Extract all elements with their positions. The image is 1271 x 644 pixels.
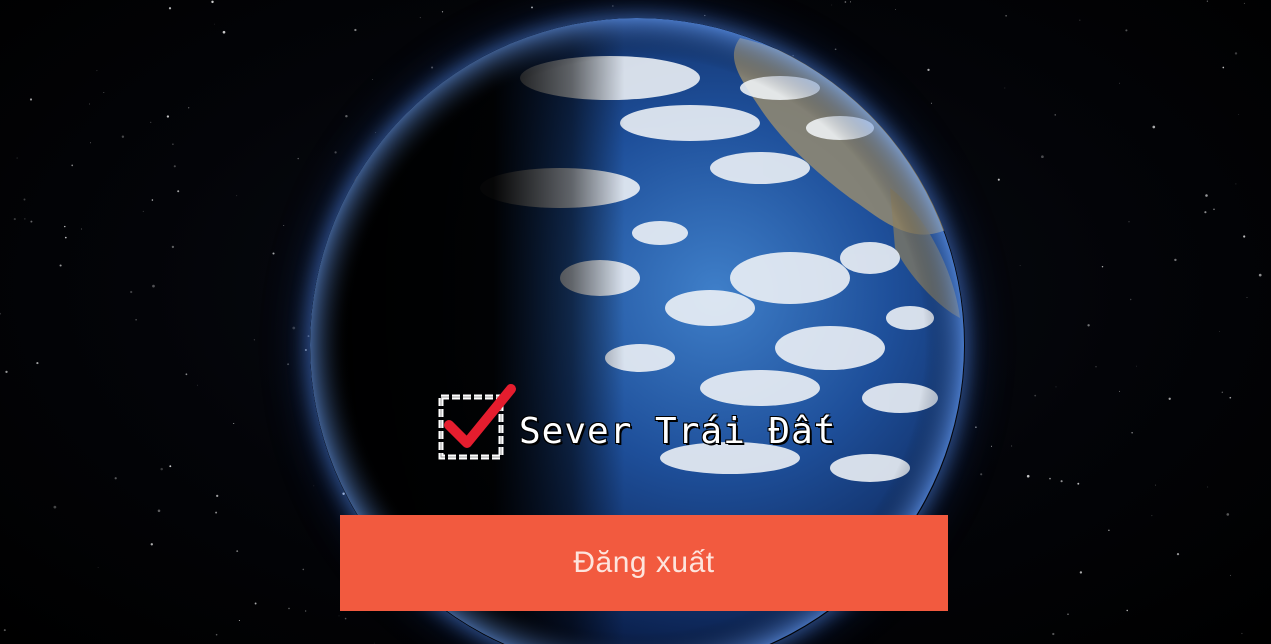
game-screen: Sever Trái Đất Đăng xuất — [0, 0, 1271, 644]
checkbox-checked-icon[interactable] — [437, 384, 516, 461]
logout-button-label: Đăng xuất — [573, 546, 715, 579]
server-select-row[interactable]: Sever Trái Đất — [437, 384, 837, 470]
server-name-label: Sever Trái Đất — [519, 410, 837, 452]
logout-button[interactable]: Đăng xuất — [340, 515, 948, 611]
